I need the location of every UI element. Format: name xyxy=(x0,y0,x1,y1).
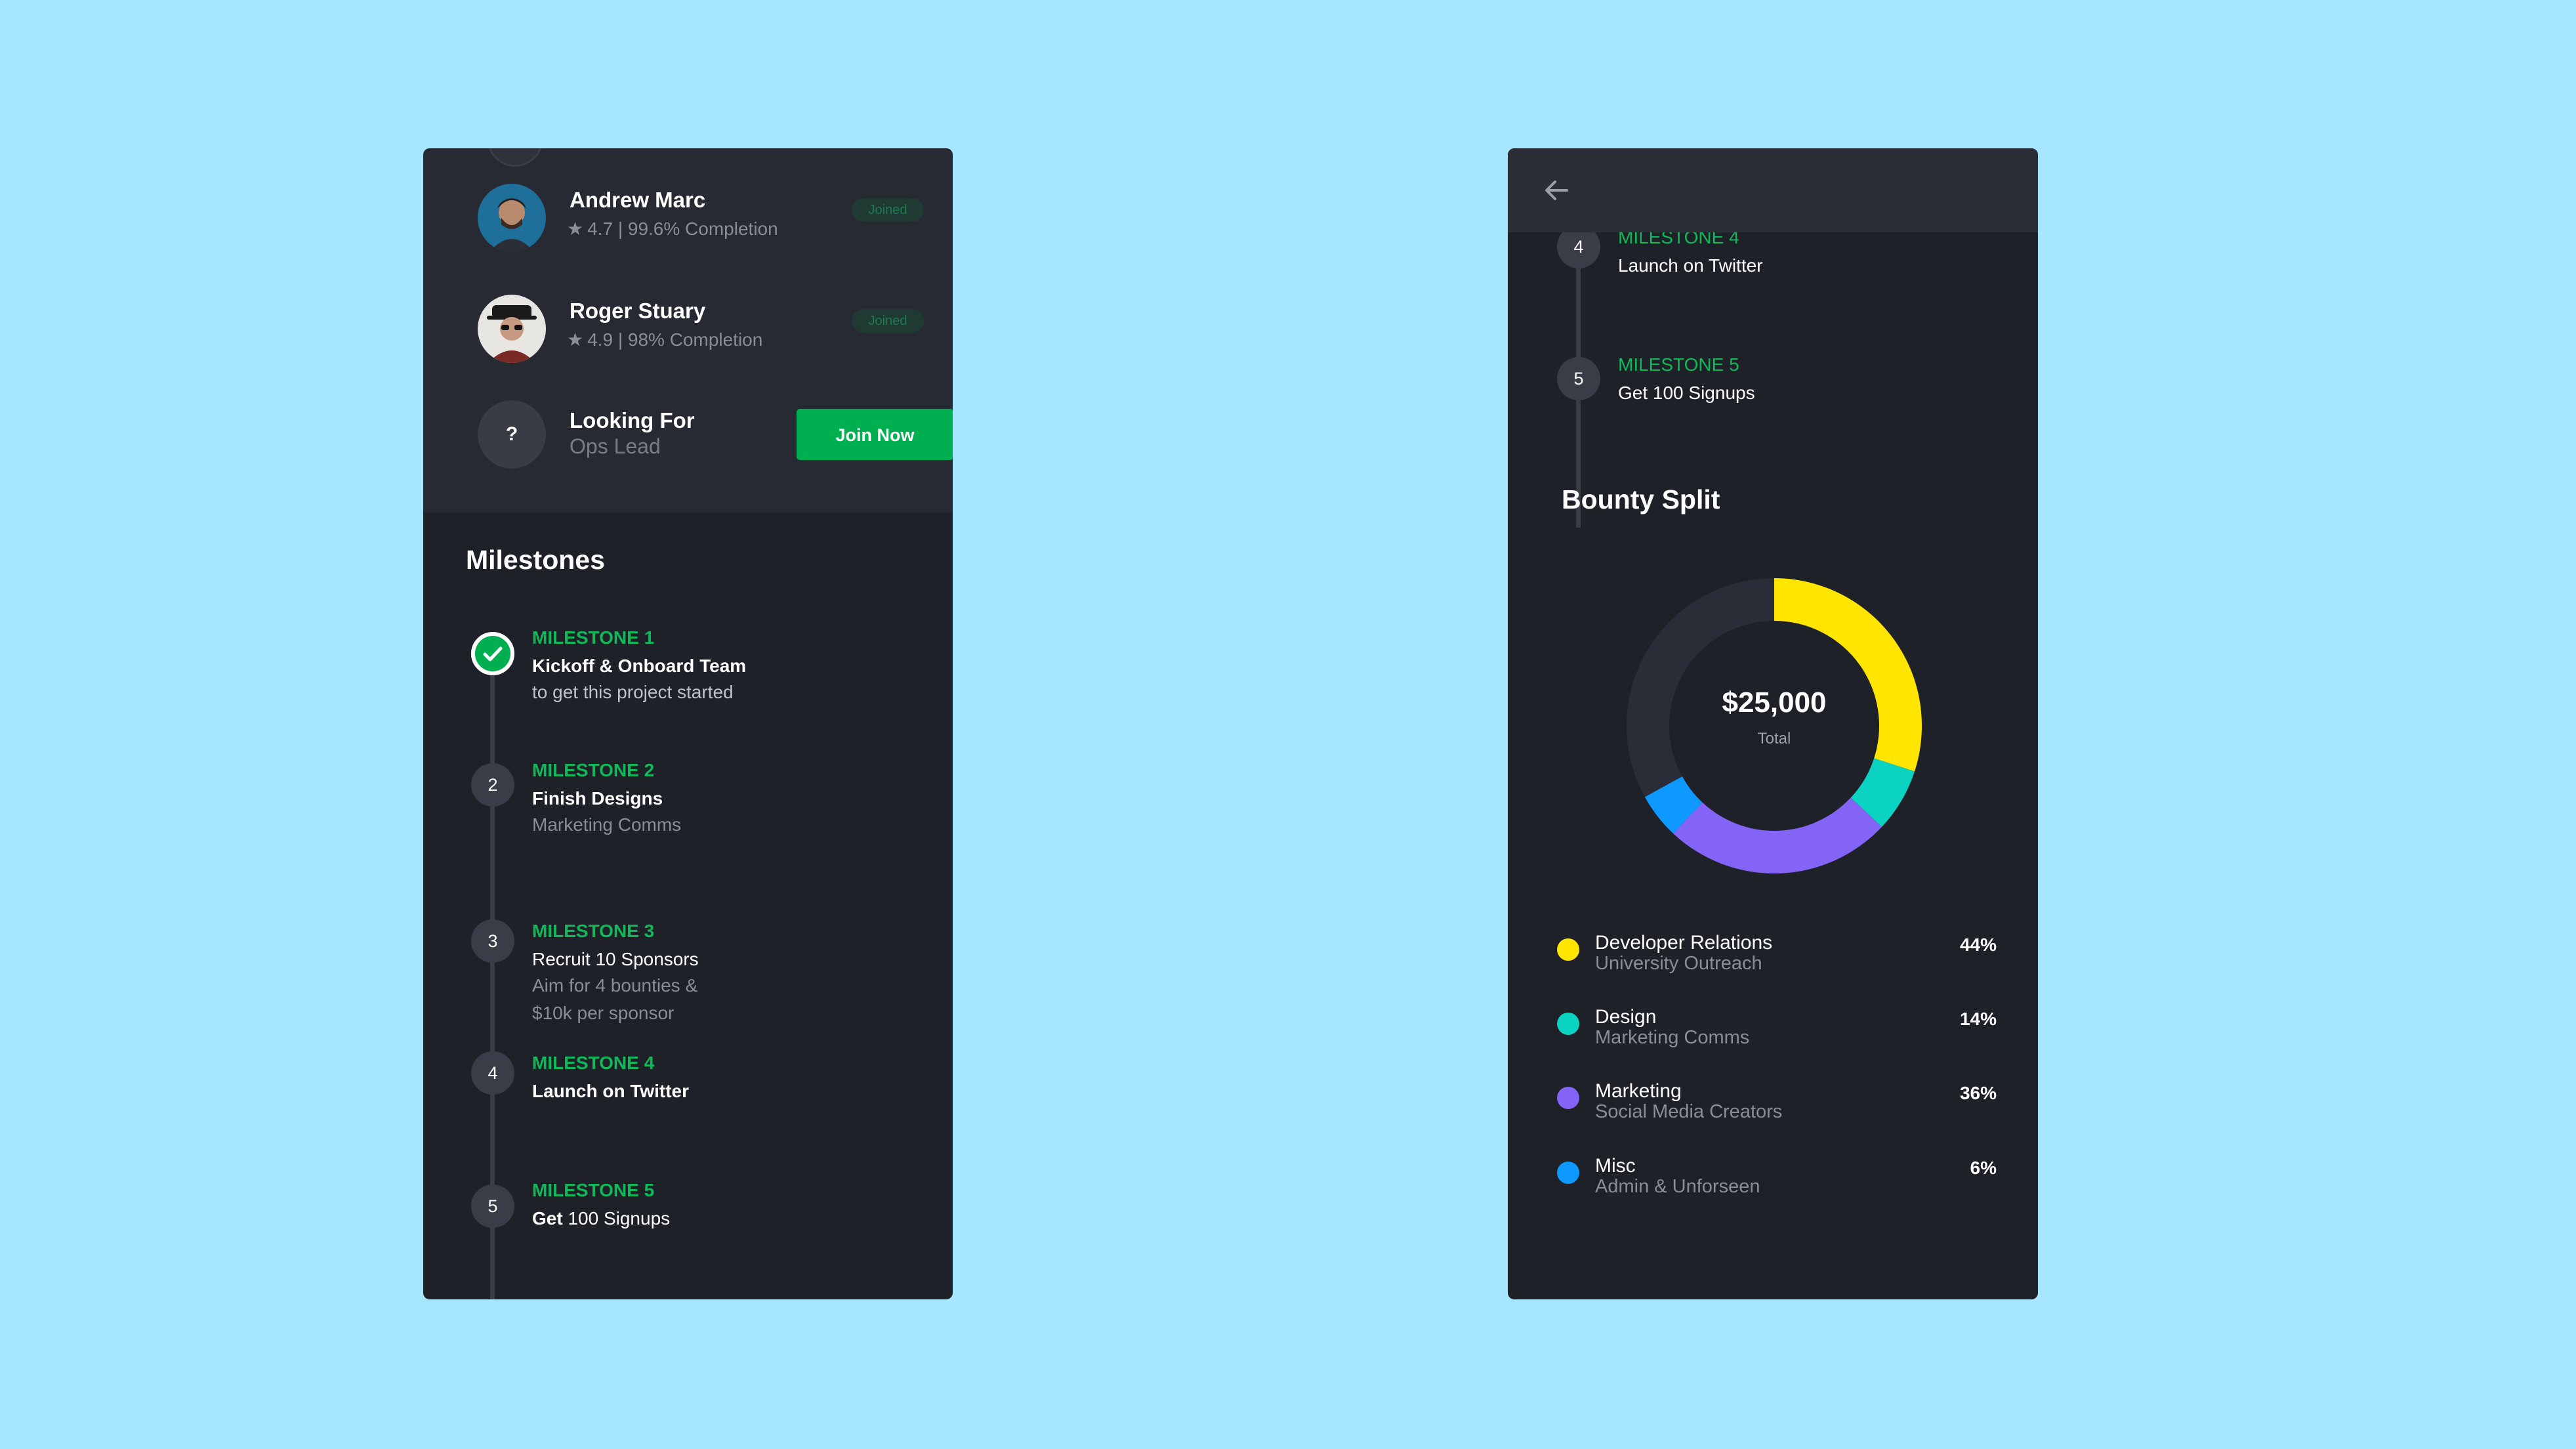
back-arrow-icon[interactable] xyxy=(1538,172,1575,209)
bounty-split-card: 4 MILESTONE 4 Launch on Twitter 5 MILEST… xyxy=(1508,148,2038,1299)
legend-subcategory: Social Media Creators xyxy=(1595,1101,1783,1122)
legend-color-dot xyxy=(1557,1013,1579,1035)
legend-item: Developer Relations University Outreach 44… xyxy=(1557,929,1997,982)
status-badge: Joined xyxy=(852,309,924,333)
member-stats: ★ 4.7 | 99.6% Completion xyxy=(567,218,778,240)
bounty-split-heading: Bounty Split xyxy=(1562,484,1720,514)
check-icon xyxy=(483,646,503,662)
legend-category: Marketing xyxy=(1595,1080,1682,1102)
milestones-heading: Milestones xyxy=(466,545,605,575)
avatar xyxy=(487,148,543,167)
milestone-title: Recruit 10 Sponsors xyxy=(532,949,699,969)
bounty-donut-chart: $25,000 Total xyxy=(1610,562,1938,890)
legend-item: Misc Admin & Unforseen 6% xyxy=(1557,1152,1997,1205)
legend-item: Design Marketing Comms 14% xyxy=(1557,1003,1997,1056)
member-completion: | 99.6% Completion xyxy=(617,219,778,239)
milestone-number: 4 xyxy=(471,1051,514,1095)
member-name: Andrew Marc xyxy=(570,188,706,212)
milestone-title: Get 100 Signups xyxy=(532,1208,670,1229)
milestone-title: Kickoff & Onboard Team xyxy=(532,656,747,676)
open-role-name: Ops Lead xyxy=(570,434,661,458)
team-milestones-card: Andrew Marc ★ 4.7 | 99.6% Completion Join… xyxy=(423,148,953,1299)
header-bar xyxy=(1508,148,2038,232)
legend-color-dot xyxy=(1557,1087,1579,1109)
legend-color-dot xyxy=(1557,1162,1579,1184)
star-icon: ★ xyxy=(567,329,584,350)
legend-percentage: 36% xyxy=(1959,1083,1997,1103)
team-member-row[interactable]: Andrew Marc ★ 4.7 | 99.6% Completion Join… xyxy=(478,184,924,256)
legend-item: Marketing Social Media Creators 36% xyxy=(1557,1078,1997,1130)
legend-subcategory: Admin & Unforseen xyxy=(1595,1176,1760,1197)
open-role-row: ? Looking For Ops Lead Join Now xyxy=(478,400,953,472)
status-badge: Joined xyxy=(852,198,924,222)
avatar xyxy=(478,184,546,252)
star-icon: ★ xyxy=(567,219,584,239)
milestone-label: MILESTONE 4 xyxy=(532,1053,655,1073)
milestone-title: Get 100 Signups xyxy=(1618,383,1755,403)
milestone-description: Marketing Comms xyxy=(532,814,682,835)
milestone-label: MILESTONE 1 xyxy=(532,627,655,648)
milestone-description: Aim for 4 bounties & xyxy=(532,975,698,996)
milestone-number: 5 xyxy=(1557,357,1600,400)
team-member-row[interactable]: Roger Stuary ★ 4.9 | 98% Completion Joine… xyxy=(478,295,924,367)
legend-percentage: 6% xyxy=(1970,1158,1997,1178)
placeholder-avatar: ? xyxy=(478,400,546,469)
legend-percentage: 14% xyxy=(1959,1009,1997,1029)
milestone-description: $10k per sponsor xyxy=(532,1003,675,1023)
milestone-number: 2 xyxy=(471,763,514,807)
legend-subcategory: Marketing Comms xyxy=(1595,1027,1750,1048)
looking-for-label: Looking For xyxy=(570,408,695,432)
donut-segment-marketing xyxy=(1672,797,1882,873)
legend-percentage: 44% xyxy=(1959,934,1997,955)
milestone-title: Launch on Twitter xyxy=(532,1081,690,1101)
legend-category: Developer Relations xyxy=(1595,932,1773,954)
member-rating: 4.7 xyxy=(587,219,613,239)
milestone-label: MILESTONE 5 xyxy=(1618,354,1739,375)
donut-total-label: Total xyxy=(1757,730,1791,747)
member-name: Roger Stuary xyxy=(570,299,706,323)
milestone-title: Finish Designs xyxy=(532,788,663,808)
milestone-label: MILESTONE 3 xyxy=(532,921,655,941)
milestone-title-rest: 100 Signups xyxy=(562,1208,671,1228)
milestone-complete-icon xyxy=(471,632,514,675)
legend-category: Design xyxy=(1595,1006,1657,1028)
avatar xyxy=(478,295,546,363)
member-stats: ★ 4.9 | 98% Completion xyxy=(567,329,762,350)
member-completion: | 98% Completion xyxy=(617,329,763,350)
legend-color-dot xyxy=(1557,938,1579,961)
donut-total-value: $25,000 xyxy=(1722,686,1827,719)
milestone-label: MILESTONE 5 xyxy=(532,1180,655,1200)
milestone-description: to get this project started xyxy=(532,682,734,702)
milestone-number: 5 xyxy=(471,1185,514,1228)
milestone-number: 3 xyxy=(471,919,514,963)
milestone-title-bold: Get xyxy=(532,1208,563,1228)
milestone-title: Launch on Twitter xyxy=(1618,255,1763,276)
legend-category: Misc xyxy=(1595,1155,1636,1177)
donut-svg xyxy=(1627,578,1922,873)
member-rating: 4.9 xyxy=(587,329,613,350)
team-section: Andrew Marc ★ 4.7 | 99.6% Completion Join… xyxy=(423,148,953,513)
milestone-label: MILESTONE 2 xyxy=(532,760,655,780)
legend-subcategory: University Outreach xyxy=(1595,953,1762,974)
join-now-button[interactable]: Join Now xyxy=(797,409,953,460)
